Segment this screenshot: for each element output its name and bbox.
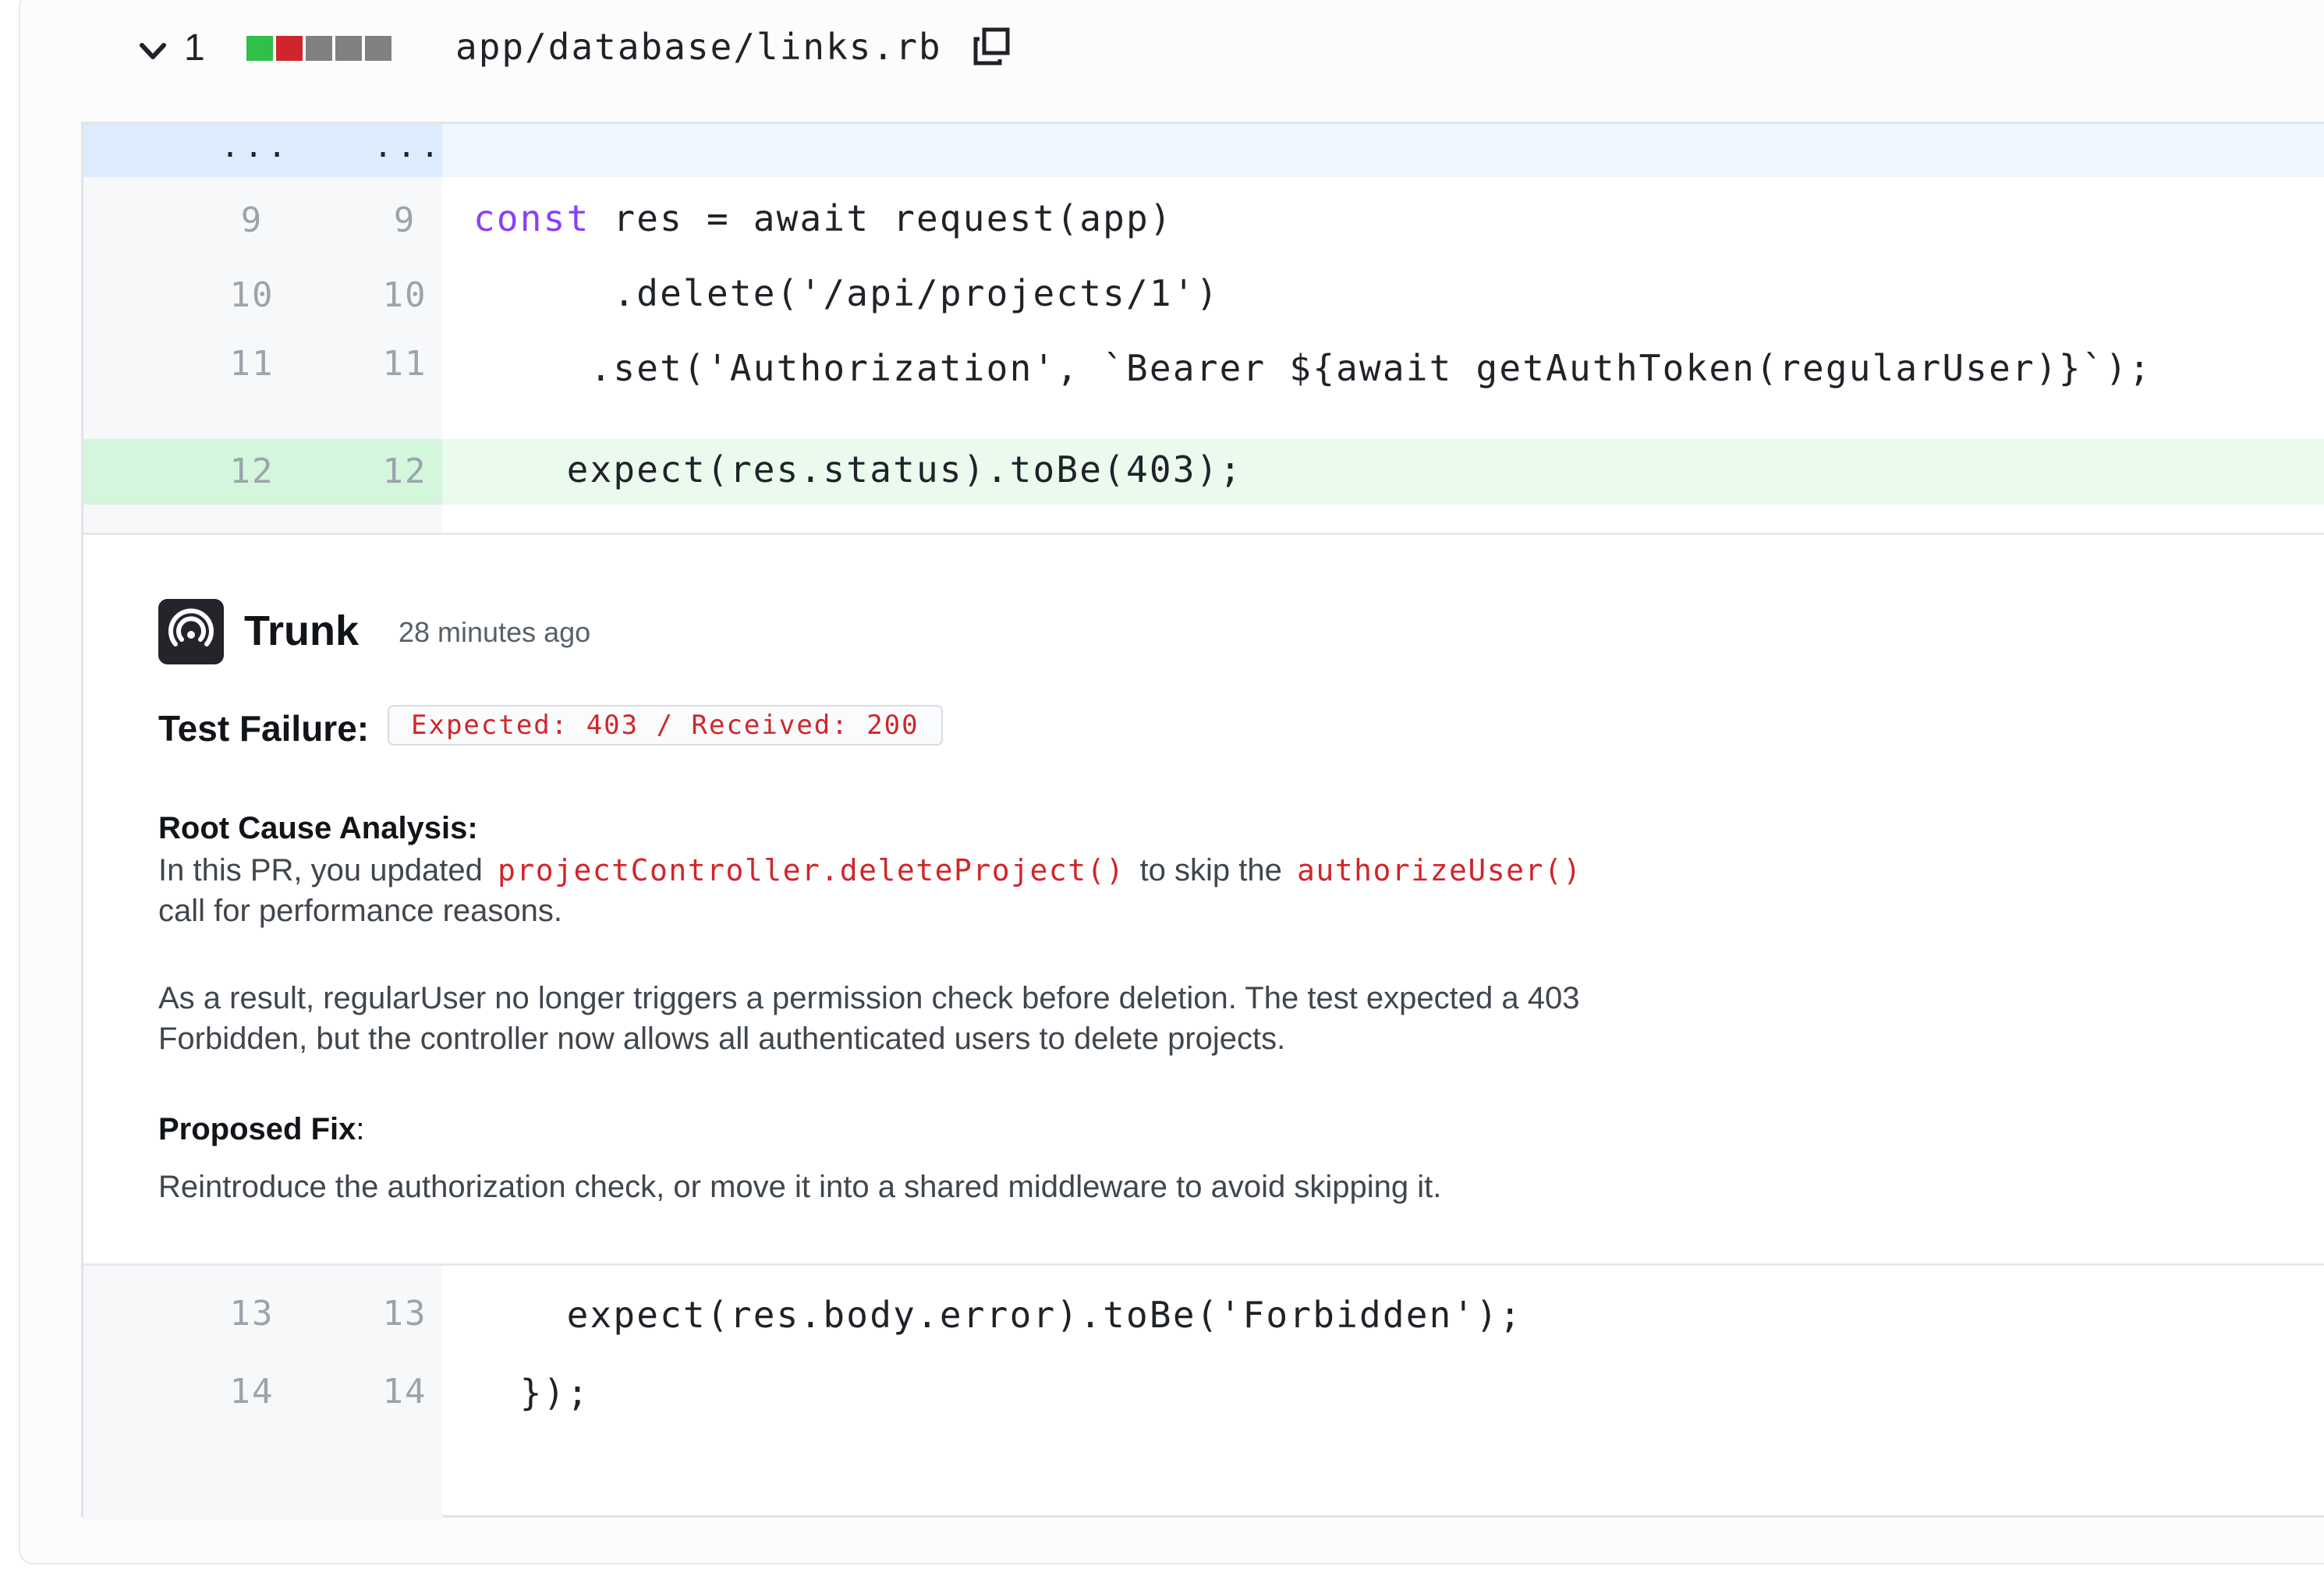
text: In this PR, you updated <box>158 853 483 887</box>
code-line: 9 9 const res = await request(app) <box>83 177 2324 261</box>
test-failure-detail: Expected: 403 / Received: 200 <box>388 705 943 746</box>
text: call for performance reasons. <box>158 894 563 928</box>
inline-code: projectController.deleteProject() <box>497 853 1125 887</box>
hunk-expander-row[interactable]: ... ... <box>83 124 2324 177</box>
code-rest: res = await request(app) <box>590 197 1173 239</box>
diffstat-block <box>365 36 391 61</box>
code-line: 11 11 .set('Authorization', `Bearer ${aw… <box>83 336 2324 439</box>
diffstat-bar <box>246 36 391 61</box>
impact-paragraph: As a result, regularUser no longer trigg… <box>158 981 1580 1056</box>
proposed-fix-paragraph: Reintroduce the authorization check, or … <box>158 1170 1442 1204</box>
code-text: .set('Authorization', `Bearer ${await ge… <box>473 347 2152 389</box>
new-line-number[interactable]: 13 <box>374 1294 436 1334</box>
trunk-logo-icon <box>158 599 224 664</box>
inline-comment: Trunk 28 minutes ago Test Failure: Expec… <box>83 533 2324 1266</box>
file-path[interactable]: app/database/links.rb <box>455 22 942 72</box>
fix-colon: : <box>356 1112 365 1146</box>
code-text: .delete('/api/projects/1') <box>473 272 1220 314</box>
comment-author[interactable]: Trunk <box>244 604 359 658</box>
fix-title: Proposed Fix <box>158 1112 356 1146</box>
code-line: 14 14 }); <box>83 1344 2324 1422</box>
text: to skip the <box>1139 853 1282 887</box>
old-line-number[interactable]: 10 <box>221 275 283 315</box>
new-line-number[interactable]: 12 <box>374 452 436 491</box>
hunk-new-marker[interactable]: ... <box>374 129 439 165</box>
old-line-number[interactable]: 13 <box>221 1294 283 1334</box>
root-cause-paragraph: In this PR, you updated projectControlle… <box>158 850 1718 931</box>
code-line: 10 10 .delete('/api/projects/1') <box>83 261 2324 336</box>
code-text: const res = await request(app) <box>473 197 1173 239</box>
code-text: expect(res.status).toBe(403); <box>473 448 1243 491</box>
diff-table: ... ... 9 9 const res = await request(ap… <box>81 122 2324 1520</box>
diffstat-block <box>306 36 332 61</box>
copy-icon[interactable] <box>972 27 1012 67</box>
old-line-number[interactable]: 12 <box>221 452 283 491</box>
change-count: 1 <box>184 27 205 69</box>
root-cause-heading: Root Cause Analysis: <box>158 811 478 845</box>
new-line-number[interactable]: 11 <box>374 344 436 384</box>
hunk-old-marker[interactable]: ... <box>221 129 286 165</box>
inline-code: authorizeUser() <box>1297 853 1582 887</box>
keyword: const <box>473 197 590 239</box>
new-line-number[interactable]: 14 <box>374 1372 436 1412</box>
proposed-fix-heading: Proposed Fix: <box>158 1107 365 1151</box>
new-line-number[interactable]: 10 <box>374 275 436 315</box>
file-header: 1 app/database/links.rb <box>0 0 2324 117</box>
old-line-number[interactable]: 14 <box>221 1372 283 1412</box>
code-text: expect(res.body.error).toBe('Forbidden')… <box>473 1294 1523 1336</box>
diffstat-block <box>246 36 273 61</box>
chevron-down-icon[interactable] <box>137 36 168 67</box>
old-line-number[interactable]: 9 <box>221 200 283 240</box>
comment-timestamp[interactable]: 28 minutes ago <box>399 613 590 652</box>
code-line-added: 12 12 expect(res.status).toBe(403); <box>83 439 2324 505</box>
test-failure-label: Test Failure: <box>158 708 370 749</box>
diffstat-block <box>276 36 303 61</box>
old-line-number[interactable]: 11 <box>221 344 283 384</box>
diffstat-block <box>335 36 362 61</box>
new-line-number[interactable]: 9 <box>374 200 436 240</box>
code-line: 13 13 expect(res.body.error).toBe('Forbi… <box>83 1266 2324 1344</box>
code-text: }); <box>473 1372 590 1414</box>
